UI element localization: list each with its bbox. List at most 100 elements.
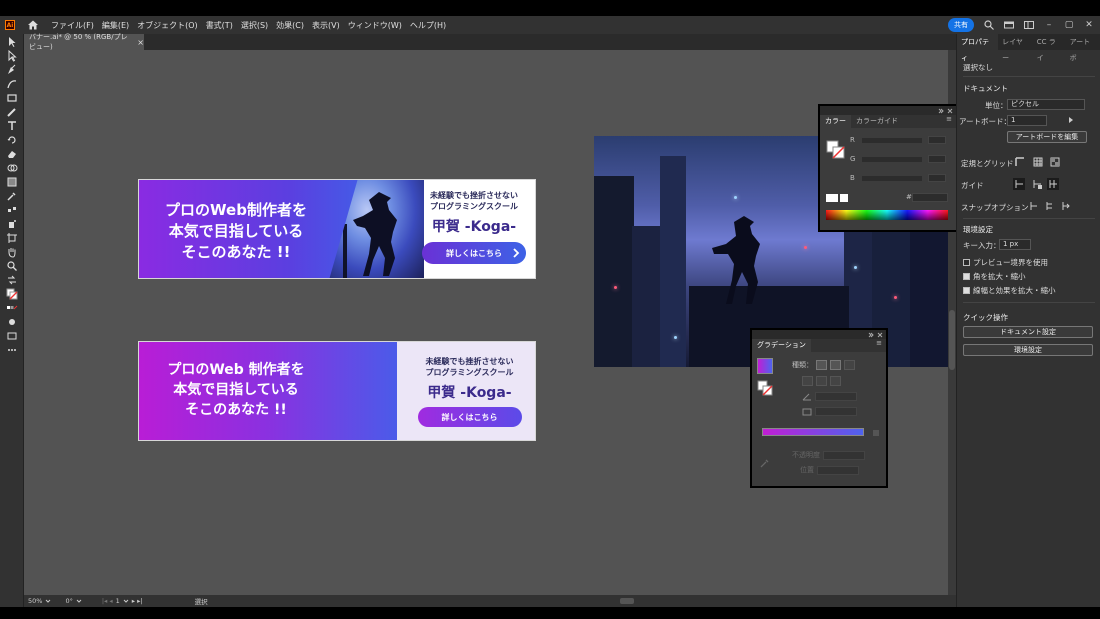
paintbrush-tool-icon[interactable] [6,106,18,118]
menu-file[interactable]: ファイル(F) [51,20,94,31]
linear-gradient-icon[interactable] [816,360,827,370]
blue-value-field[interactable] [928,174,946,182]
arrange-documents-icon[interactable] [1024,20,1034,30]
aspect-ratio-field[interactable] [815,407,857,416]
panel-menu-icon[interactable]: ≡ [946,115,952,123]
preferences-button[interactable]: 環境設定 [963,344,1093,356]
fill-stroke-swatch-icon[interactable] [6,288,18,300]
close-tab-icon[interactable]: × [137,38,144,47]
vertical-scroll-thumb[interactable] [949,310,955,370]
white-swatch[interactable] [840,194,848,202]
banner-artboard-1[interactable]: プロのWeb制作者を 本気で目指している そこのあなた !! 未経験でも挫折させ… [138,179,536,279]
radial-gradient-icon[interactable] [830,360,841,370]
menu-select[interactable]: 選択(S) [241,20,268,31]
selection-tool-icon[interactable] [6,36,18,48]
stroke-along-icon[interactable] [816,376,827,386]
scale-strokes-checkbox[interactable] [963,287,970,294]
rotation-select[interactable]: 0° [65,597,82,605]
canvas[interactable]: プロのWeb制作者を 本気で目指している そこのあなた !! 未経験でも挫折させ… [24,50,948,595]
menu-edit[interactable]: 編集(E) [102,20,129,31]
green-slider-row[interactable]: G [850,155,950,163]
tab-artboards[interactable]: アートボ [1066,34,1100,62]
menu-type[interactable]: 書式(T) [206,20,233,31]
search-icon[interactable] [984,20,994,30]
fill-stroke-swatch-icon[interactable] [826,140,846,160]
collapse-panel-icon[interactable] [938,108,944,114]
eyedropper-icon[interactable] [760,458,770,468]
ruler-icon[interactable] [1015,157,1025,167]
color-mode-icon[interactable] [6,302,18,314]
swap-fill-stroke-icon[interactable] [6,274,18,286]
angle-field[interactable] [815,392,857,401]
artboard-tool-icon[interactable] [6,232,18,244]
blend-tool-icon[interactable] [6,204,18,216]
shape-builder-tool-icon[interactable] [6,162,18,174]
current-tool-status[interactable]: 選択 [195,596,208,606]
draw-mode-icon[interactable] [6,316,18,328]
direct-selection-tool-icon[interactable] [6,49,18,62]
blue-slider-row[interactable]: B [850,174,950,182]
pen-tool-icon[interactable] [6,64,18,76]
tab-cc-libraries[interactable]: CC ライ [1033,34,1066,62]
freeform-gradient-icon[interactable] [844,360,855,370]
menu-object[interactable]: オブジェクト(O) [137,20,198,31]
banner2-cta-button[interactable]: 詳しくはこちら [417,407,522,427]
transparency-grid-icon[interactable] [1050,157,1060,167]
grid-icon[interactable] [1033,157,1043,167]
next-artboard-icon[interactable] [1067,116,1075,124]
tab-properties[interactable]: プロパティ [957,34,999,62]
menu-effect[interactable]: 効果(C) [276,20,304,31]
scale-corners-checkbox[interactable] [963,273,970,280]
type-tool-icon[interactable] [6,120,18,132]
share-button[interactable]: 共有 [948,18,974,32]
edit-artboards-button[interactable]: アートボードを編集 [1007,131,1087,143]
stroke-within-icon[interactable] [802,376,813,386]
hand-tool-icon[interactable] [6,246,18,258]
color-spectrum[interactable] [826,210,948,220]
hex-value-field[interactable] [912,193,948,202]
artboard-select[interactable]: 1 [1007,115,1047,126]
menu-view[interactable]: 表示(V) [312,20,340,31]
tab-gradient[interactable]: グラデーション [752,339,811,352]
collapse-panel-icon[interactable] [868,332,874,338]
menu-window[interactable]: ウィンドウ(W) [348,20,402,31]
red-slider-row[interactable]: R [850,136,950,144]
horizontal-scroll-thumb[interactable] [620,598,634,604]
green-value-field[interactable] [928,155,946,163]
scale-strokes-row[interactable]: 線幅と効果を拡大・縮小 [963,285,1056,296]
opacity-field[interactable] [823,450,865,460]
document-setup-button[interactable]: ドキュメント設定 [963,326,1093,338]
home-icon[interactable] [27,19,39,31]
red-value-field[interactable] [928,136,946,144]
tab-color-guide[interactable]: カラーガイド [851,115,903,128]
close-window-button[interactable]: ✕ [1084,20,1094,30]
delete-stop-icon[interactable] [872,428,880,436]
workspace-icon[interactable] [1004,20,1014,30]
banner1-cta-button[interactable]: 詳しくはこちら [422,242,526,264]
last-artboard-icon[interactable]: ▸ ▸| [132,597,143,605]
eraser-tool-icon[interactable] [6,148,18,160]
location-field[interactable] [817,465,859,475]
document-tab[interactable]: バナー.ai* @ 50 % (RGB/プレビュー) × [24,33,144,51]
scale-corners-row[interactable]: 角を拡大・縮小 [963,271,1026,282]
red-slider[interactable] [862,137,922,143]
rotate-tool-icon[interactable] [6,134,18,146]
menu-help[interactable]: ヘルプ(H) [410,20,446,31]
smart-guides-icon[interactable] [1047,178,1059,190]
green-slider[interactable] [862,156,922,162]
use-preview-bounds-checkbox[interactable] [963,259,970,266]
zoom-select[interactable]: 50% [28,597,51,605]
gradient-slider[interactable] [762,428,864,436]
fill-stroke-swatch-icon[interactable] [757,380,773,396]
use-preview-bounds-row[interactable]: プレビュー境界を使用 [963,257,1048,268]
first-artboard-icon[interactable]: |◂ ◂ [102,597,113,605]
show-guides-icon[interactable] [1013,178,1025,190]
curvature-tool-icon[interactable] [6,78,18,90]
more-tools-icon[interactable] [6,344,18,356]
gradient-tool-icon[interactable] [6,176,18,188]
banner-artboard-2[interactable]: プロのWeb 制作者を 本気で目指している そこのあなた !! 未経験でも挫折さ… [138,341,536,441]
stroke-across-icon[interactable] [830,376,841,386]
blue-slider[interactable] [862,175,922,181]
units-select[interactable]: ピクセル [1007,99,1085,110]
rectangle-tool-icon[interactable] [6,92,18,104]
